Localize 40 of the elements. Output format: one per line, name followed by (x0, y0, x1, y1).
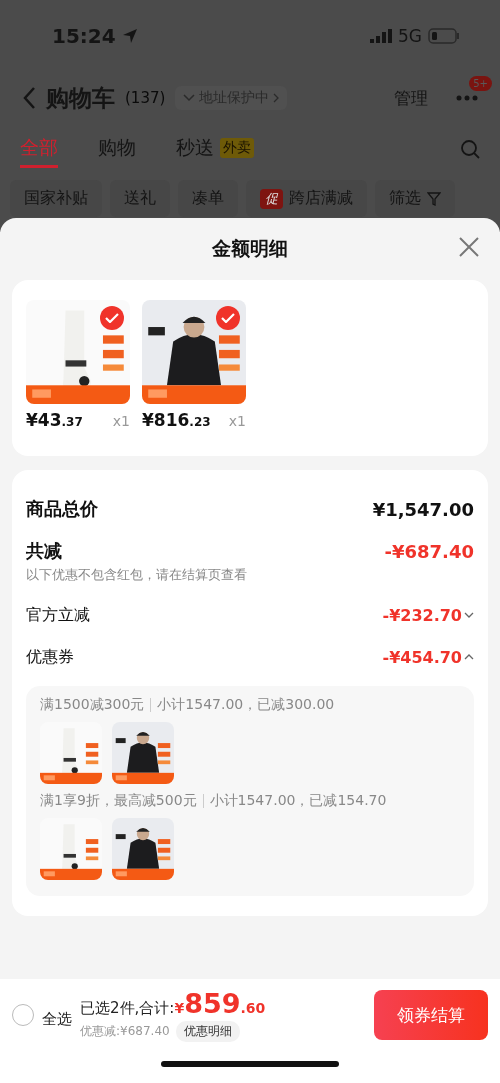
reduction-note: 以下优惠不包含红包，请在结算页查看 (26, 566, 248, 584)
location-arrow-icon (121, 28, 138, 44)
discount-value[interactable]: -¥232.70 (382, 605, 474, 625)
notification-badge: 5+ (469, 76, 492, 91)
total-amount: ¥859.60 (174, 988, 266, 1019)
reduction-label: 共减 (26, 539, 62, 563)
discount-label: 优惠券 (26, 646, 74, 668)
funnel-icon (427, 191, 441, 206)
product-price: ¥43.37 (26, 410, 83, 430)
checkout-button[interactable]: 领券结算 (374, 990, 488, 1040)
discount-amount: 优惠减:¥687.40 (80, 1023, 170, 1040)
discount-value[interactable]: -¥454.70 (382, 647, 474, 667)
status-time: 15:24 (52, 24, 116, 48)
page-title: 购物车 (46, 83, 115, 113)
coupon-rule: 满1500减300元 (40, 696, 145, 714)
product-quantity: x1 (228, 413, 246, 429)
signal-icon (370, 29, 392, 43)
discount-label: 官方立减 (26, 604, 90, 626)
battery-icon (428, 28, 460, 44)
category-tab[interactable]: 全部 (20, 130, 58, 168)
search-icon[interactable] (460, 139, 480, 159)
more-icon[interactable] (456, 95, 478, 101)
product-quantity: x1 (112, 413, 130, 429)
coupon-rule: 满1享9折，最高减500元 (40, 792, 197, 810)
network-label: 5G (398, 26, 422, 46)
tab-tag: 外卖 (220, 137, 254, 158)
total-label: 商品总价 (26, 497, 98, 521)
total-value: ¥1,547.00 (372, 498, 474, 520)
promo-tag: 促 (260, 188, 283, 209)
select-all-label: 全选 (42, 1009, 72, 1029)
reduction-value: -¥687.40 (384, 540, 474, 562)
selection-summary: 已选2件,合计: (80, 999, 175, 1018)
discount-detail-button[interactable]: 优惠明细 (175, 1021, 240, 1042)
back-icon[interactable] (22, 86, 36, 110)
sheet-title: 金额明细 (212, 236, 288, 261)
chevron-right-icon (273, 93, 280, 103)
coupon-subtotal: 小计1547.00，已减300.00 (157, 696, 335, 714)
cart-count: (137) (125, 89, 166, 107)
product-price: ¥816.23 (142, 410, 211, 430)
coupon-subtotal: 小计1547.00，已减154.70 (209, 792, 387, 810)
